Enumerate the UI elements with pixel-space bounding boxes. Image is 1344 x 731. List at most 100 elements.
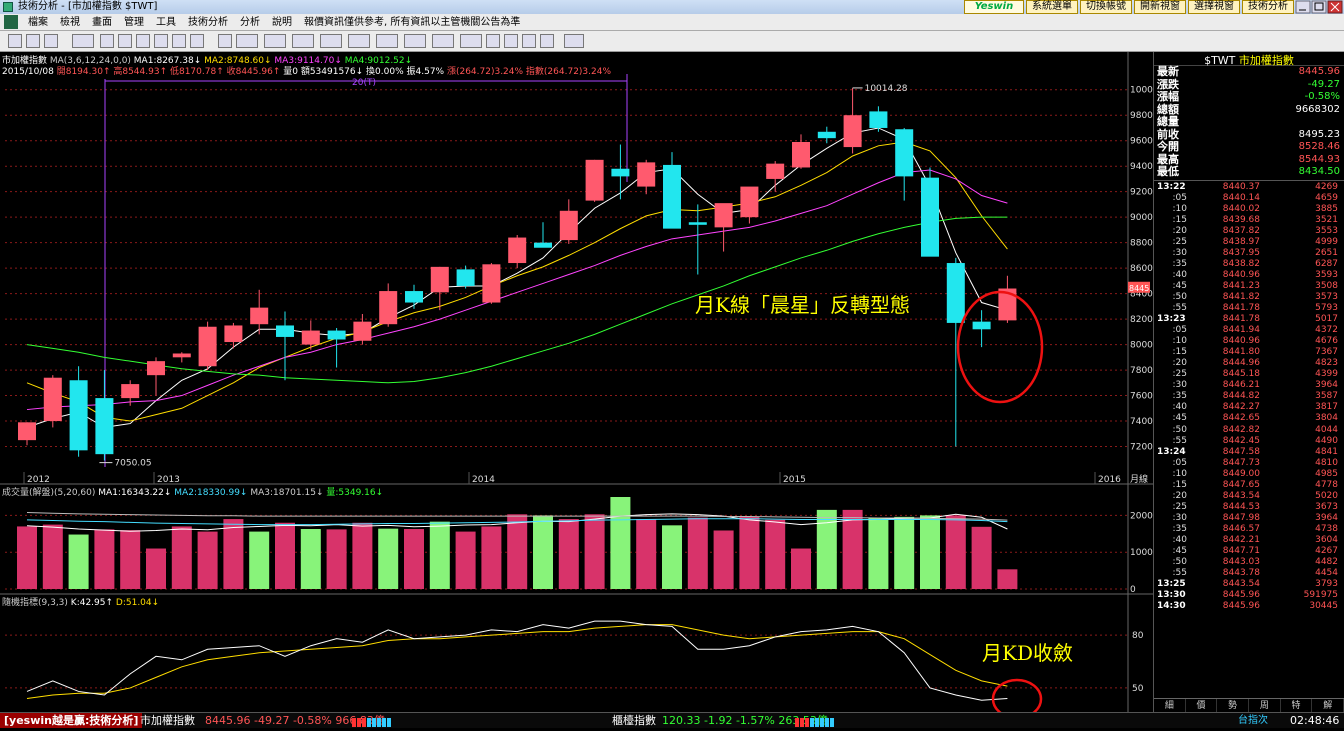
hline-icon[interactable]	[264, 34, 286, 48]
technical-analysis-button[interactable]: 技術分析	[1242, 0, 1294, 14]
menu-file[interactable]: 檔案	[22, 14, 54, 31]
top-button-group: Yeswin 系統選單 切換帳號 開新視窗 選擇視窗 技術分析	[962, 0, 1294, 14]
x-axis-label: 2015	[783, 475, 806, 485]
tick-time: :05	[1172, 192, 1187, 203]
chart-canvas[interactable]: 1000098009600940092009000880086008400820…	[0, 52, 1153, 712]
status-right-label[interactable]: 台指次	[1238, 713, 1268, 728]
candle-body	[637, 162, 656, 187]
tick-price: 8441.78	[1222, 303, 1260, 314]
delete-icon[interactable]	[522, 34, 536, 48]
minimize-icon[interactable]	[1295, 0, 1311, 14]
system-menu-button[interactable]: 系統選單	[1026, 0, 1078, 14]
compare-icon[interactable]	[118, 34, 132, 48]
tick-time: :05	[1172, 325, 1187, 336]
menu-help[interactable]: 說明	[266, 14, 298, 31]
volume-bar	[662, 525, 682, 589]
tick-volume: 4659	[1315, 192, 1338, 203]
volume-bar	[197, 531, 218, 589]
overlay-icon[interactable]	[100, 34, 114, 48]
volume-bar	[68, 534, 89, 589]
tick-time: 13:24	[1157, 446, 1186, 457]
tick-price: 8437.82	[1222, 225, 1260, 236]
tick-price: 8445.18	[1222, 369, 1260, 380]
volume-bar	[894, 516, 915, 589]
kd-tick-label: 50	[1132, 684, 1144, 694]
cross-arrows-icon[interactable]	[8, 34, 22, 48]
quote-row: 最高 8544.93	[1154, 153, 1344, 167]
period-dropdown-icon[interactable]	[72, 34, 94, 48]
menu-manage[interactable]: 管理	[118, 14, 150, 31]
menu-technical-analysis[interactable]: 技術分析	[182, 14, 234, 31]
tick-volume: 4823	[1315, 358, 1338, 369]
select-window-button[interactable]: 選擇視窗	[1188, 0, 1240, 14]
ellipse-icon[interactable]	[432, 34, 454, 48]
layout-icon[interactable]	[154, 34, 168, 48]
channel-icon[interactable]	[348, 34, 370, 48]
close-icon[interactable]	[1327, 0, 1343, 14]
candle-body	[688, 222, 707, 225]
pattern-icon[interactable]	[376, 34, 398, 48]
menu-analysis[interactable]: 分析	[234, 14, 266, 31]
status-index2-bars	[795, 716, 835, 731]
quote-value: 8544.93	[1298, 153, 1340, 165]
maximize-icon[interactable]	[1311, 0, 1327, 14]
window-layout-icon[interactable]	[172, 34, 186, 48]
price-tick-label: 7600	[1130, 392, 1153, 402]
tick-row: :25 8445.18 4399	[1154, 369, 1344, 380]
clear-icon[interactable]	[540, 34, 554, 48]
volume-bar	[352, 522, 373, 589]
tick-row: 13:22 8440.37 4269	[1154, 182, 1344, 193]
candle-body	[972, 321, 991, 330]
switch-account-button[interactable]: 切換帳號	[1080, 0, 1132, 14]
status-index1-name: 市加權指數	[140, 714, 195, 727]
fibonacci-icon[interactable]	[320, 34, 342, 48]
candle-body	[327, 330, 346, 340]
tick-row: :45 8447.71 4267	[1154, 546, 1344, 557]
menu-tools[interactable]: 工具	[150, 14, 182, 31]
tab-trend[interactable]: 勢	[1217, 699, 1250, 712]
tick-time: :30	[1172, 512, 1187, 523]
tick-row: :50 8443.03 4482	[1154, 557, 1344, 568]
volume-bar	[120, 530, 141, 589]
quote-value: 8528.46	[1298, 141, 1340, 152]
rectangle-icon[interactable]	[404, 34, 426, 48]
quote-value: -49.27	[1307, 78, 1340, 90]
tick-row: :55 8443.78 4454	[1154, 568, 1344, 579]
chart-area[interactable]: 市加權指數 MA(3,6,12,24,0,0) MA1:8267.38↓ MA2…	[0, 52, 1153, 712]
tick-list[interactable]: 13:22 8440.37 4269:05 8440.14 4659:10 8440.02…	[1154, 182, 1344, 613]
new-window-button[interactable]: 開新視窗	[1134, 0, 1186, 14]
tick-price: 8443.78	[1222, 568, 1260, 579]
tab-week[interactable]: 周	[1249, 699, 1281, 712]
trendline-icon[interactable]	[236, 34, 258, 48]
tick-price: 8444.82	[1222, 391, 1260, 402]
menu-screen[interactable]: 畫面	[86, 14, 118, 31]
tick-row: :20 8443.54 5020	[1154, 491, 1344, 502]
price-tick-label: 9600	[1130, 137, 1153, 147]
indicator-icon[interactable]	[136, 34, 150, 48]
copy-icon[interactable]	[486, 34, 500, 48]
candle-body	[301, 330, 320, 345]
tab-analysis[interactable]: 解	[1312, 699, 1344, 712]
save-icon[interactable]	[564, 34, 584, 48]
move-icon[interactable]	[26, 34, 40, 48]
zoom-icon[interactable]	[44, 34, 58, 48]
tab-special[interactable]: 特	[1281, 699, 1313, 712]
tick-time: :55	[1172, 435, 1187, 446]
price-tick-label: 9000	[1130, 213, 1153, 223]
tick-price: 8446.57	[1222, 523, 1260, 534]
volume-bar	[146, 548, 166, 589]
menu-view[interactable]: 檢視	[54, 14, 86, 31]
candle-body	[663, 164, 681, 229]
volume-bar	[455, 531, 476, 589]
tab-detail[interactable]: 細	[1154, 699, 1186, 712]
status-bar: [yeswin越是贏:技術分析] 市加權指數 8445.96 -49.27 -0…	[0, 712, 1344, 728]
candle-body	[430, 266, 449, 293]
cursor-icon[interactable]	[218, 34, 232, 48]
status-index1-bars	[352, 716, 392, 731]
text-icon[interactable]	[460, 34, 482, 48]
vline-icon[interactable]	[292, 34, 314, 48]
tick-volume: 3573	[1315, 291, 1338, 302]
erase-icon[interactable]	[504, 34, 518, 48]
tab-price[interactable]: 價	[1186, 699, 1218, 712]
table-icon[interactable]	[190, 34, 204, 48]
